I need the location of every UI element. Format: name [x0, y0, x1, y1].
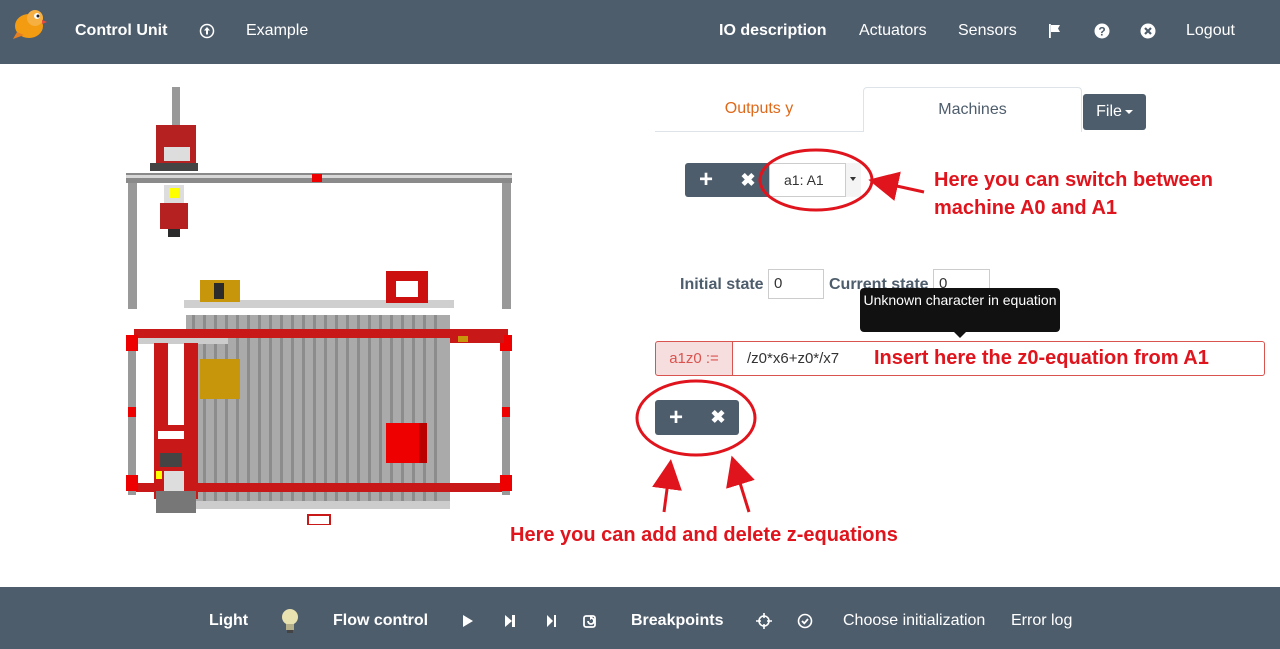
check-circle-icon[interactable] [797, 613, 813, 629]
step-forward-icon[interactable] [502, 613, 518, 629]
annotation-switch-line2: machine A0 and A1 [934, 197, 1118, 219]
upload-circle-icon[interactable] [199, 23, 215, 39]
add-equation-button[interactable]: + [655, 400, 697, 435]
error-log-link[interactable]: Error log [1011, 587, 1072, 649]
file-button-label: File [1096, 103, 1122, 120]
initial-state-label: Initial state [680, 276, 764, 293]
add-machine-button[interactable]: + [685, 163, 727, 197]
plus-icon: + [698, 166, 713, 193]
machine-visualization [126, 87, 512, 525]
top-navbar: Control Unit Example IO description Actu… [0, 0, 1280, 64]
select-arrow-icon[interactable] [845, 163, 861, 197]
annotation-switch-machine: Here you can switch between machine A0 a… [934, 166, 1213, 222]
nav-actuators[interactable]: Actuators [859, 0, 927, 64]
caret-down-icon [1124, 109, 1133, 114]
nav-example[interactable]: Example [246, 0, 308, 64]
delete-equation-button[interactable]: ✖ [697, 400, 739, 435]
help-icon[interactable]: ? [1094, 23, 1110, 39]
crosshairs-icon[interactable] [756, 613, 772, 629]
plus-icon: + [668, 404, 683, 431]
close-icon: ✖ [740, 170, 756, 190]
file-dropdown-button[interactable]: File [1083, 94, 1146, 130]
bottom-toolbar: Light Flow control Breakpoints Choose in… [0, 587, 1280, 649]
nav-brand[interactable]: Control Unit [75, 0, 167, 64]
app-logo-icon[interactable] [12, 6, 48, 42]
delete-machine-button[interactable]: ✖ [727, 163, 769, 197]
close-circle-icon[interactable] [1140, 23, 1156, 39]
error-tooltip: Unknown character in equation [860, 288, 1060, 338]
tabs-underline [655, 131, 863, 132]
equation-label: a1z0 := [655, 341, 733, 376]
footer-breakpoints: Breakpoints [631, 612, 724, 629]
annotation-switch-line1: Here you can switch between [934, 169, 1213, 191]
svg-text:?: ? [1098, 24, 1105, 38]
nav-logout[interactable]: Logout [1186, 0, 1235, 64]
footer-light: Light [209, 612, 249, 629]
arrow-to-select [868, 171, 925, 201]
initial-state-input[interactable]: 0 [768, 269, 824, 299]
arrow-to-add [652, 459, 682, 513]
nav-io-description[interactable]: IO description [719, 0, 827, 64]
play-icon[interactable] [460, 613, 476, 629]
refresh-icon[interactable] [582, 613, 598, 629]
annotation-insert-equation: Insert here the z0-equation from A1 [874, 347, 1209, 369]
tab-machines[interactable]: Machines [863, 87, 1082, 132]
footer-flow-control: Flow control [333, 612, 429, 629]
lightbulb-icon[interactable] [280, 608, 300, 634]
arrow-to-delete [726, 455, 755, 513]
step-end-icon[interactable] [543, 613, 559, 629]
flag-icon[interactable] [1047, 23, 1063, 39]
choose-initialization-link[interactable]: Choose initialization [843, 587, 985, 649]
tab-outputs[interactable]: Outputs y [655, 87, 863, 131]
annotation-add-delete: Here you can add and delete z-equations [510, 524, 898, 546]
close-icon: ✖ [710, 407, 726, 427]
nav-sensors[interactable]: Sensors [958, 0, 1017, 64]
